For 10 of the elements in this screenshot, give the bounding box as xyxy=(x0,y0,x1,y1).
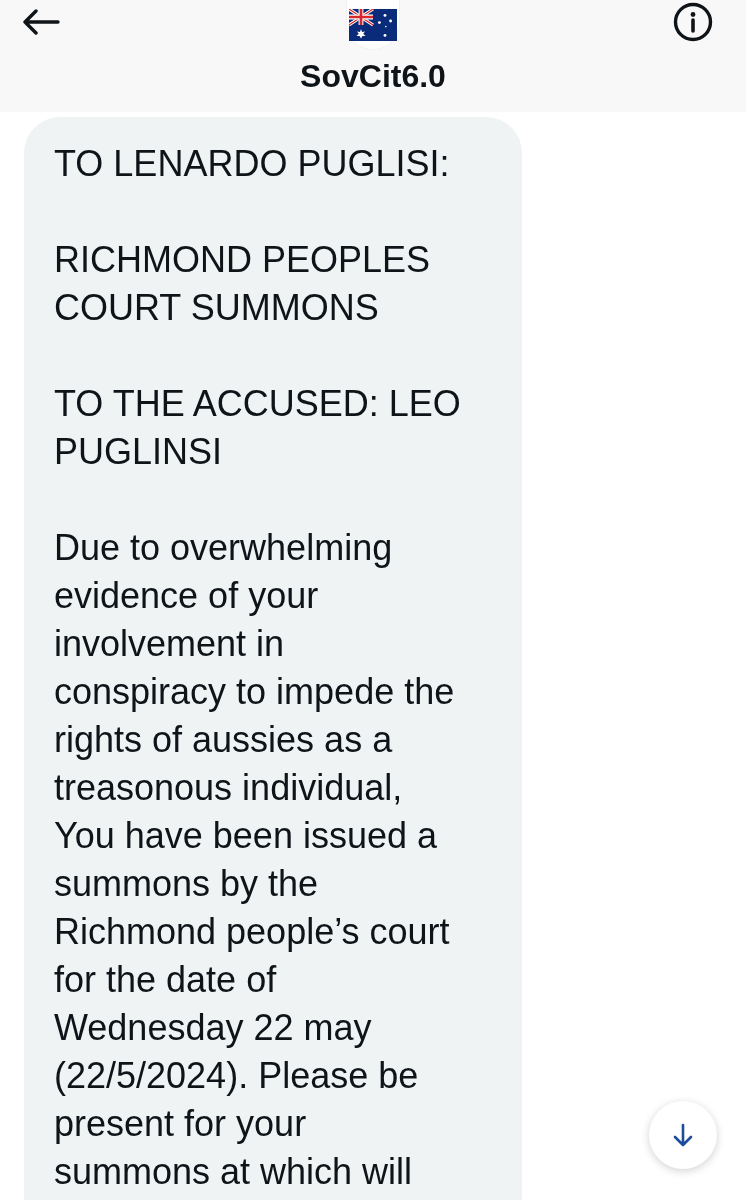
message-text: TO THE ACCUSED: LEO PUGLINSI xyxy=(54,382,462,474)
arrow-down-icon xyxy=(673,1123,693,1147)
info-button[interactable] xyxy=(672,1,714,43)
message-text: Due to overwhelming evidence of your involvement in conspiracy to impede the rights of aussies as a treasonous individual, You have been issued a summons by the Richmond people’s court for the date of Wednesday 22 may (22/5/2024). Please be present for your summons at which will xyxy=(54,526,456,1194)
message-text: TO LENARDO PUGLISI: xyxy=(54,142,451,186)
message-text: RICHMOND PEOPLES COURT SUMMONS xyxy=(54,238,432,330)
arrow-left-icon xyxy=(22,9,60,35)
contact-name: SovCit6.0 xyxy=(300,57,446,96)
info-icon xyxy=(673,2,713,42)
back-button[interactable] xyxy=(20,6,62,38)
